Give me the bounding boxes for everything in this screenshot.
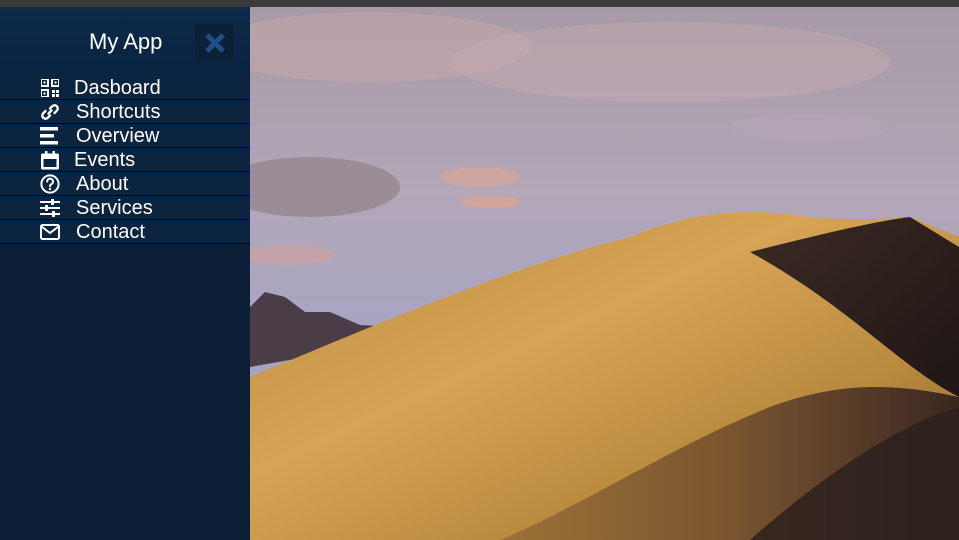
desert-dunes-image: [250, 7, 959, 540]
app-title: My App: [89, 29, 163, 54]
sidebar-item-label: Dasboard: [74, 77, 161, 99]
sidebar-item-events[interactable]: Events: [0, 148, 250, 172]
question-circle-icon: [40, 174, 60, 194]
sidebar-item-overview[interactable]: Overview: [0, 124, 250, 148]
sidebar-item-label: Events: [74, 149, 136, 171]
sidebar-item-contact[interactable]: Contact: [0, 220, 250, 244]
sidebar-item-about[interactable]: About: [0, 172, 250, 196]
window-top-bar: [0, 0, 959, 7]
desktop-wallpaper: [250, 7, 959, 540]
sidebar-item-label: Contact: [76, 221, 145, 243]
sidebar-item-services[interactable]: Services: [0, 196, 250, 220]
close-icon: [204, 32, 225, 53]
bars-icon: [40, 126, 60, 146]
sidebar-item-label: Overview: [76, 125, 160, 147]
sidebar-item-label: About: [76, 173, 129, 195]
sidebar-item-label: Services: [76, 197, 153, 219]
qr-grid-icon: [40, 78, 60, 98]
envelope-icon: [40, 222, 60, 242]
sliders-icon: [40, 198, 60, 218]
sidebar-item-label: Shortcuts: [76, 101, 161, 123]
sidebar: My App Dasboard Shortcuts Overview Event…: [0, 7, 250, 540]
sidebar-menu: Dasboard Shortcuts Overview Events About…: [0, 76, 250, 244]
sidebar-item-shortcuts[interactable]: Shortcuts: [0, 100, 250, 124]
link-icon: [40, 102, 60, 122]
close-button[interactable]: [195, 24, 234, 61]
calendar-icon: [40, 150, 60, 170]
sidebar-header: My App: [0, 7, 250, 76]
sidebar-item-dashboard[interactable]: Dasboard: [0, 76, 250, 100]
